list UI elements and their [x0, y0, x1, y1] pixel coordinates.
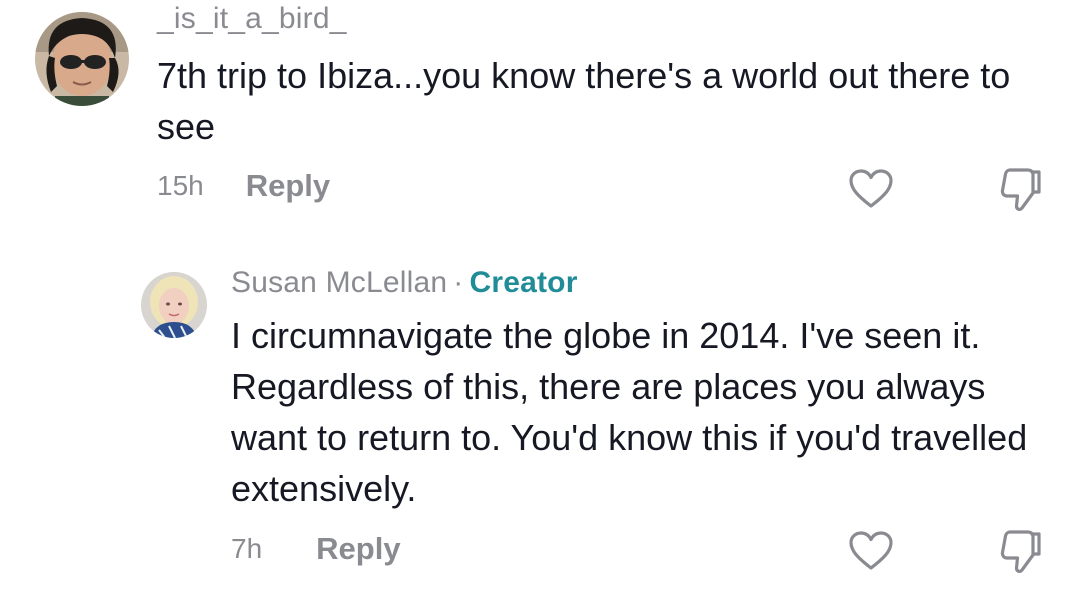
comment-username[interactable]: _is_it_a_bird_	[157, 2, 347, 36]
thumbs-down-icon[interactable]	[998, 527, 1044, 580]
creator-badge: Creator	[469, 266, 578, 299]
comment-header: Susan McLellan · Creator	[231, 266, 578, 300]
reply-button[interactable]: Reply	[316, 531, 400, 567]
comment-username[interactable]: Susan McLellan	[231, 266, 447, 299]
comment-meta: 7h Reply	[231, 531, 401, 567]
reply-button[interactable]: Reply	[246, 168, 330, 204]
separator-dot: ·	[453, 266, 464, 299]
comment-text: 7th trip to Ibiza...you know there's a w…	[157, 55, 1011, 147]
avatar[interactable]	[35, 12, 129, 106]
heart-icon[interactable]	[848, 168, 894, 215]
comment-timestamp: 7h	[231, 533, 263, 564]
comment-meta: 15h Reply	[157, 168, 330, 204]
thumbs-down-icon[interactable]	[998, 165, 1044, 218]
comment-timestamp: 15h	[157, 170, 204, 201]
comment-text: I circumnavigate the globe in 2014. I've…	[231, 315, 1028, 509]
avatar[interactable]	[141, 272, 207, 338]
heart-icon[interactable]	[848, 530, 894, 577]
